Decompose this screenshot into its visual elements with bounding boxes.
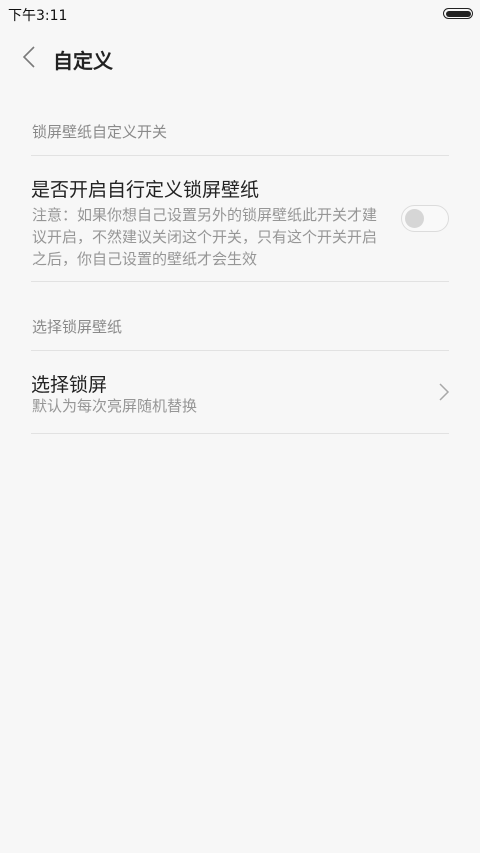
select-lockscreen-title: 选择锁屏 [31,374,108,396]
title-bar: 自定义 [0,28,480,88]
status-bar: 下午3:11 [0,0,480,28]
divider [31,433,449,434]
section-header-select-wallpaper: 选择锁屏壁纸 [32,318,123,336]
custom-wallpaper-setting-title: 是否开启自行定义锁屏壁纸 [31,179,260,201]
divider [31,281,449,282]
status-time: 下午3:11 [8,8,68,24]
custom-wallpaper-toggle[interactable] [401,205,449,232]
select-lockscreen-row[interactable]: 选择锁屏 默认为每次亮屏随机替换 [0,351,480,433]
back-button[interactable] [14,42,44,72]
battery-icon [443,8,473,19]
section-header-lockscreen-switch: 锁屏壁纸自定义开关 [32,123,168,141]
page-title: 自定义 [53,49,113,73]
battery-level [445,10,471,17]
custom-wallpaper-setting-summary: 注意：如果你想自己设置另外的锁屏壁纸此开关才建议开启，不然建议关闭这个开关，只有… [32,206,378,268]
chevron-right-icon [439,383,450,401]
chevron-left-icon [23,46,35,68]
select-lockscreen-summary: 默认为每次亮屏随机替换 [32,397,198,415]
toggle-knob [405,209,424,228]
custom-wallpaper-setting-row[interactable]: 是否开启自行定义锁屏壁纸 注意：如果你想自己设置另外的锁屏壁纸此开关才建议开启，… [0,156,480,281]
